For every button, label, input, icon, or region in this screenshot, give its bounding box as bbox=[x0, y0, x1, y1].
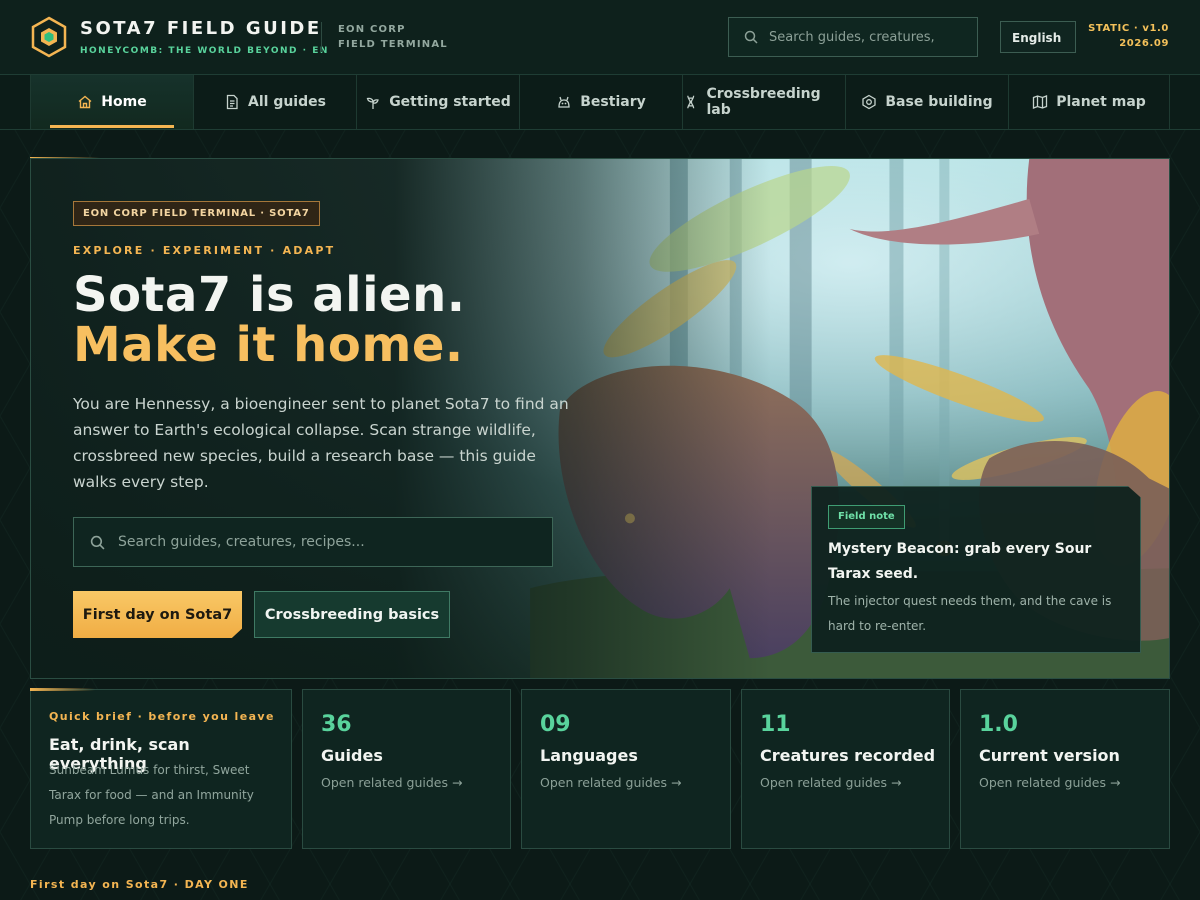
stat-link[interactable]: Open related guides → bbox=[760, 775, 901, 790]
brief-accent-line bbox=[30, 688, 95, 691]
hero-headline: Sota7 is alien. bbox=[73, 267, 466, 323]
hero-search-box[interactable] bbox=[73, 517, 553, 567]
section-heading: First day on Sota7 · DAY ONE bbox=[30, 878, 249, 891]
brief-label: Quick brief · before you leave bbox=[49, 710, 275, 723]
stat-link[interactable]: Open related guides → bbox=[540, 775, 681, 790]
terminal-label: FIELD TERMINAL bbox=[338, 39, 448, 50]
document-icon bbox=[226, 94, 238, 110]
stat-label: Creatures recorded bbox=[760, 746, 936, 765]
language-selector[interactable]: English bbox=[1000, 21, 1076, 53]
main-nav: Home All guides Getting started Bestiary… bbox=[0, 75, 1200, 130]
header-search-box[interactable] bbox=[728, 17, 978, 57]
stat-card-creatures[interactable]: 11 Creatures recorded Open related guide… bbox=[741, 689, 950, 849]
home-icon bbox=[78, 95, 92, 109]
crossbreeding-basics-button[interactable]: Crossbreeding basics bbox=[254, 591, 450, 638]
hero-eyebrow: EXPLORE · EXPERIMENT · ADAPT bbox=[73, 244, 336, 257]
hero-banner: EON CORP FIELD TERMINAL · SOTA7 EXPLORE … bbox=[30, 158, 1170, 679]
stat-value: 11 bbox=[760, 712, 791, 737]
stat-label: Guides bbox=[321, 746, 383, 765]
version-label: STATIC · v1.0 bbox=[1088, 23, 1169, 34]
stat-card-version[interactable]: 1.0 Current version Open related guides … bbox=[960, 689, 1170, 849]
stat-link[interactable]: Open related guides → bbox=[979, 775, 1120, 790]
hero-search-input[interactable] bbox=[118, 518, 538, 566]
map-icon bbox=[1033, 95, 1048, 109]
nav-label: Planet map bbox=[1056, 94, 1146, 110]
nav-item-home[interactable]: Home bbox=[30, 75, 193, 129]
dna-icon bbox=[687, 95, 695, 109]
active-indicator bbox=[50, 125, 174, 128]
nav-label: Base building bbox=[885, 94, 993, 110]
nav-item-base-building[interactable]: Base building bbox=[845, 75, 1008, 129]
field-note-badge: Field note bbox=[828, 505, 905, 529]
stat-card-languages[interactable]: 09 Languages Open related guides → bbox=[521, 689, 731, 849]
version-date: 2026.09 bbox=[1119, 38, 1169, 49]
nav-label: Home bbox=[101, 94, 147, 110]
header-search-input[interactable] bbox=[769, 18, 969, 56]
nav-label: Getting started bbox=[389, 94, 511, 110]
stat-link[interactable]: Open related guides → bbox=[321, 775, 462, 790]
hero-headline-accent: Make it home. bbox=[73, 317, 464, 373]
app-title[interactable]: SOTA7 FIELD GUIDE bbox=[80, 18, 322, 39]
nav-item-getting-started[interactable]: Getting started bbox=[356, 75, 519, 129]
stat-value: 36 bbox=[321, 712, 352, 737]
search-icon bbox=[744, 30, 758, 44]
first-day-button[interactable]: First day on Sota7 bbox=[73, 591, 242, 638]
stat-label: Languages bbox=[540, 746, 638, 765]
hexagon-icon bbox=[862, 94, 877, 110]
nav-label: Bestiary bbox=[580, 94, 646, 110]
nav-item-crossbreeding-lab[interactable]: Crossbreeding lab bbox=[682, 75, 845, 129]
nav-item-all-guides[interactable]: All guides bbox=[193, 75, 356, 129]
top-header: SOTA7 FIELD GUIDE HONEYCOMB: THE WORLD B… bbox=[0, 0, 1200, 75]
stat-label: Current version bbox=[979, 746, 1120, 765]
brief-text: Sunbeam Lumus for thirst, Sweet Tarax fo… bbox=[49, 763, 254, 827]
nav-label: Crossbreeding lab bbox=[706, 86, 821, 118]
field-note-title: Mystery Beacon: grab every Sour Tarax se… bbox=[828, 541, 1092, 582]
quick-brief-card[interactable]: Quick brief · before you leave Eat, drin… bbox=[30, 689, 292, 849]
creature-icon bbox=[558, 96, 570, 108]
hero-description: You are Hennessy, a bioengineer sent to … bbox=[73, 395, 569, 491]
nav-item-bestiary[interactable]: Bestiary bbox=[519, 75, 682, 129]
honeycomb-logo-icon[interactable] bbox=[30, 16, 68, 58]
hero-badge: EON CORP FIELD TERMINAL · SOTA7 bbox=[73, 201, 320, 226]
sprout-icon bbox=[366, 97, 379, 109]
nav-label: All guides bbox=[248, 94, 326, 110]
stat-value: 09 bbox=[540, 712, 571, 737]
field-note-card[interactable]: Field note Mystery Beacon: grab every So… bbox=[811, 486, 1141, 653]
nav-item-planet-map[interactable]: Planet map bbox=[1008, 75, 1170, 129]
header-divider bbox=[321, 22, 322, 52]
stat-value: 1.0 bbox=[979, 712, 1018, 737]
stat-card-guides[interactable]: 36 Guides Open related guides → bbox=[302, 689, 511, 849]
search-icon bbox=[90, 535, 105, 550]
app-subtitle: HONEYCOMB: THE WORLD BEYOND · EN bbox=[80, 46, 329, 56]
corp-label: EON CORP bbox=[338, 24, 406, 35]
field-note-text: The injector quest needs them, and the c… bbox=[828, 594, 1112, 633]
